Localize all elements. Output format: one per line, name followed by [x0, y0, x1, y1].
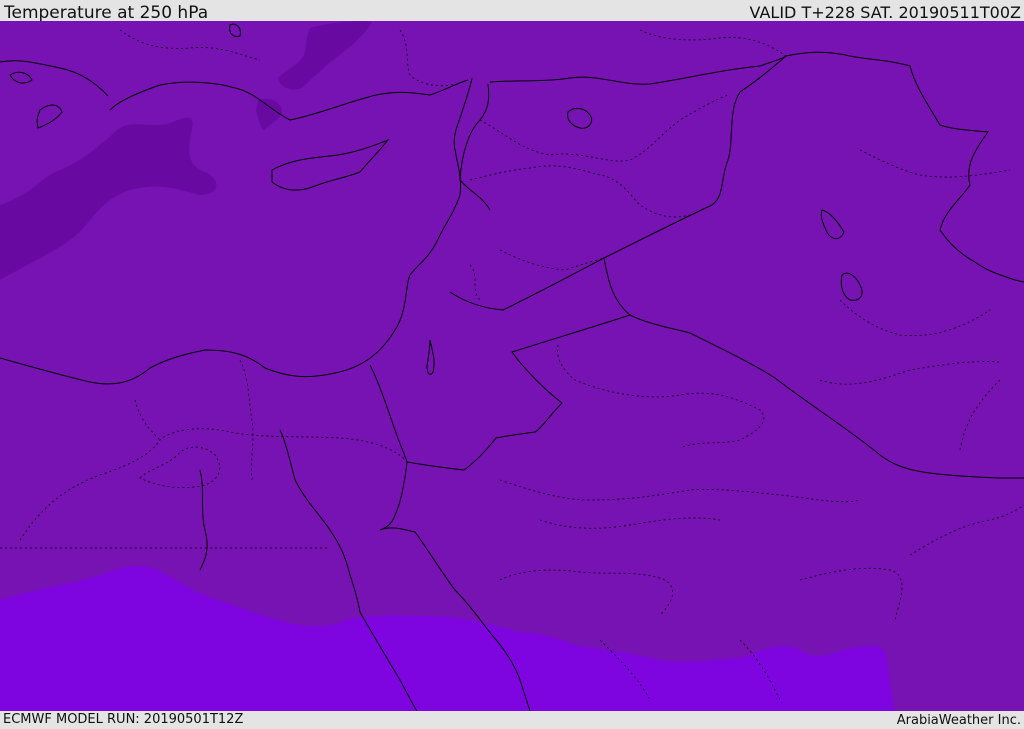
model-run: ECMWF MODEL RUN: 20190501T12Z	[3, 712, 244, 727]
credit-text: ArabiaWeather Inc.	[896, 713, 1021, 728]
header-bar: Temperature at 250 hPa VALID T+228 SAT. …	[0, 0, 1024, 23]
weather-map[interactable]	[0, 21, 1024, 711]
map-title: Temperature at 250 hPa	[4, 3, 209, 23]
valid-time: VALID T+228 SAT. 20190511T00Z	[749, 3, 1021, 22]
footer-bar: ECMWF MODEL RUN: 20190501T12Z ArabiaWeat…	[0, 711, 1024, 729]
